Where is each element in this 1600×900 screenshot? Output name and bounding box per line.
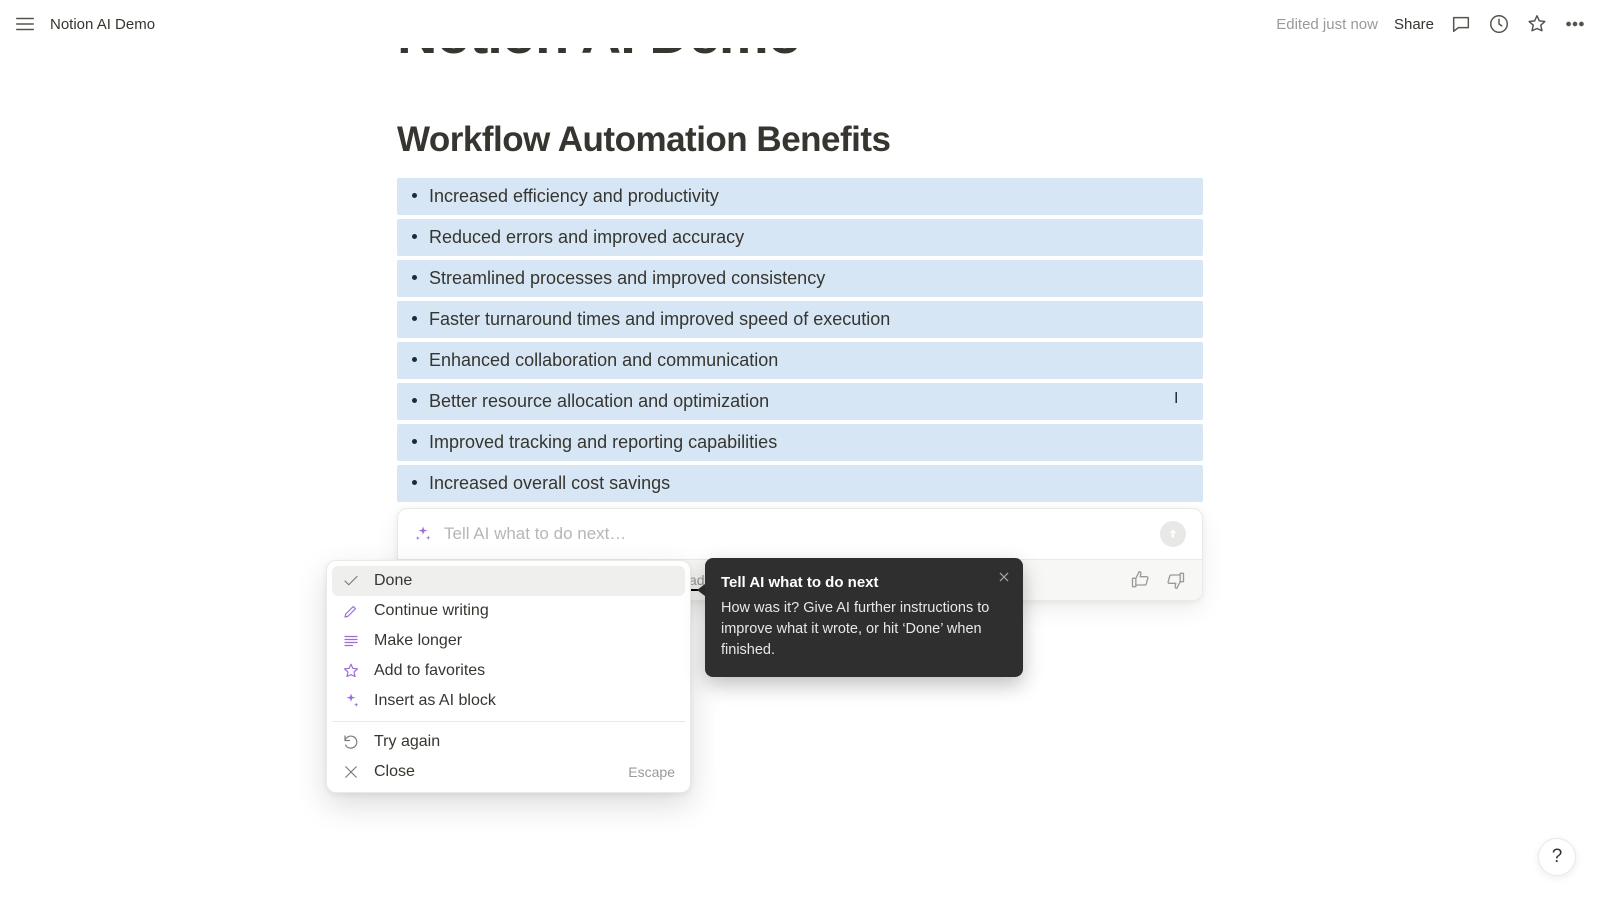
tooltip-close-button[interactable] xyxy=(997,570,1011,591)
menu-item-label: Insert as AI block xyxy=(374,692,496,710)
ai-prompt-input[interactable] xyxy=(442,523,1150,545)
list-item[interactable]: Increased efficiency and productivity xyxy=(397,178,1203,215)
menu-shortcut: Escape xyxy=(628,764,675,780)
menu-item-label: Add to favorites xyxy=(374,662,485,680)
page-body: Notion AI Demo Workflow Automation Benef… xyxy=(397,48,1203,601)
star-outline-icon[interactable] xyxy=(1526,13,1548,35)
bullet-list: Increased efficiency and productivity Re… xyxy=(397,178,1203,502)
list-item[interactable]: Increased overall cost savings xyxy=(397,465,1203,502)
sparkle-icon xyxy=(414,525,432,543)
ai-actions-menu: Done Continue writing Make longer Add to… xyxy=(326,560,691,793)
menu-item-retry[interactable]: Try again xyxy=(332,727,685,757)
menu-item-label: Done xyxy=(374,572,412,590)
check-icon xyxy=(342,572,360,590)
arrow-up-icon xyxy=(1166,527,1180,541)
ai-hint-tooltip: Tell AI what to do next How was it? Give… xyxy=(705,558,1023,677)
thumbs-down-icon[interactable] xyxy=(1166,570,1186,590)
menu-item-done[interactable]: Done xyxy=(332,566,685,596)
menu-item-label: Try again xyxy=(374,733,440,751)
menu-separator xyxy=(332,721,685,722)
tooltip-title: Tell AI what to do next xyxy=(721,572,1007,594)
send-button[interactable] xyxy=(1160,521,1186,547)
sparkle-icon xyxy=(342,692,360,710)
section-heading[interactable]: Workflow Automation Benefits xyxy=(397,120,1203,160)
tooltip-caret xyxy=(697,584,705,596)
menu-item-favorite[interactable]: Add to favorites xyxy=(332,656,685,686)
page-title: Notion AI Demo xyxy=(397,48,1203,60)
menu-item-insert-block[interactable]: Insert as AI block xyxy=(332,686,685,716)
menu-item-label: Make longer xyxy=(374,632,462,650)
text-caret-icon: I xyxy=(1174,391,1175,407)
list-item[interactable]: Better resource allocation and optimizat… xyxy=(397,383,1203,420)
list-item[interactable]: Reduced errors and improved accuracy xyxy=(397,219,1203,256)
question-icon: ? xyxy=(1552,846,1563,868)
menu-item-longer[interactable]: Make longer xyxy=(332,626,685,656)
menu-item-label: Close xyxy=(374,763,415,781)
comments-icon[interactable] xyxy=(1450,13,1472,35)
pencil-icon xyxy=(342,602,360,620)
hamburger-icon[interactable] xyxy=(14,13,36,35)
close-icon xyxy=(342,763,360,781)
list-item[interactable]: Streamlined processes and improved consi… xyxy=(397,260,1203,297)
menu-item-continue[interactable]: Continue writing xyxy=(332,596,685,626)
retry-icon xyxy=(342,733,360,751)
page-title-breadcrumb[interactable]: Notion AI Demo xyxy=(50,16,155,33)
lines-icon xyxy=(342,632,360,650)
menu-item-close[interactable]: Close Escape xyxy=(332,757,685,787)
clock-icon[interactable] xyxy=(1488,13,1510,35)
share-button[interactable]: Share xyxy=(1394,16,1434,33)
thumbs-up-icon[interactable] xyxy=(1130,570,1150,590)
help-button[interactable]: ? xyxy=(1538,838,1576,876)
list-item[interactable]: Enhanced collaboration and communication xyxy=(397,342,1203,379)
edited-status: Edited just now xyxy=(1276,16,1378,33)
tooltip-body: How was it? Give AI further instructions… xyxy=(721,598,1007,661)
topbar: Notion AI Demo Edited just now Share xyxy=(0,0,1600,48)
star-icon xyxy=(342,662,360,680)
more-icon[interactable] xyxy=(1564,13,1586,35)
list-item[interactable]: Faster turnaround times and improved spe… xyxy=(397,301,1203,338)
list-item[interactable]: Improved tracking and reporting capabili… xyxy=(397,424,1203,461)
menu-item-label: Continue writing xyxy=(374,602,489,620)
